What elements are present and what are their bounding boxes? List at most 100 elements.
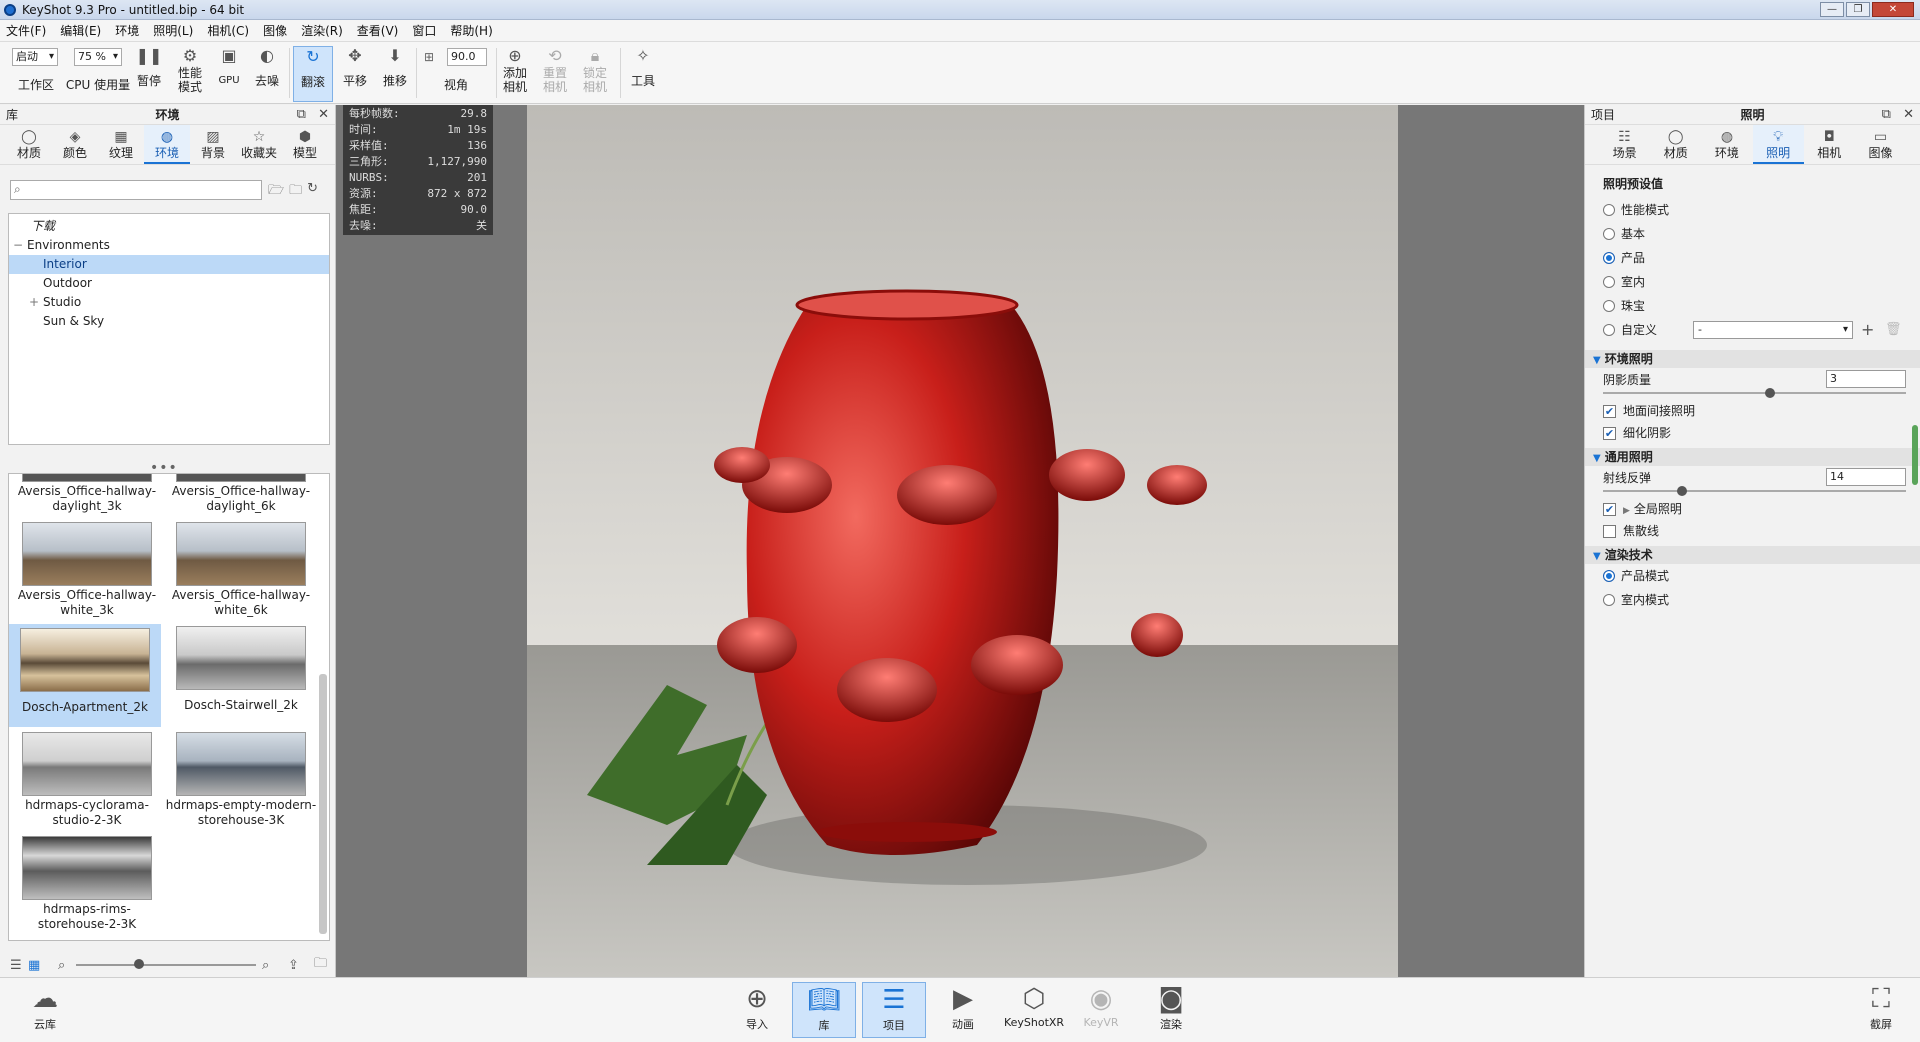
undock-icon[interactable]: ⧉ (1882, 107, 1891, 122)
radio-button[interactable] (1603, 204, 1615, 216)
checkbox[interactable] (1603, 525, 1616, 538)
thumbnail-size-slider[interactable] (76, 964, 256, 966)
denoise-button[interactable]: ◐ 去噪 (250, 46, 284, 102)
animation-button[interactable]: ▶ 动画 (934, 982, 992, 1038)
open-folder-icon[interactable]: 🗁︎ (268, 181, 284, 203)
zoom-in-icon[interactable]: ⌕ (262, 958, 269, 973)
menu-image[interactable]: 图像 (263, 22, 287, 39)
render-button[interactable]: ◙ 渲染 (1142, 982, 1200, 1038)
tab-materials[interactable]: ◯ 材质 (6, 125, 52, 164)
menu-camera[interactable]: 相机(C) (207, 22, 249, 39)
pan-button[interactable]: ✥ 平移 (338, 46, 372, 102)
close-button[interactable]: ✕ (1872, 2, 1914, 17)
tab-lighting[interactable]: 💡︎ 照明 (1752, 125, 1804, 164)
performance-mode-button[interactable]: ⚙ 性能 模式 (170, 46, 210, 102)
env-thumbnail[interactable]: Dosch-Stairwell_2k (165, 624, 317, 713)
add-folder-icon[interactable]: 🗀︎ (289, 181, 302, 203)
pause-button[interactable]: ❚❚ 暂停 (134, 46, 164, 102)
minimize-button[interactable]: — (1820, 2, 1844, 17)
tab-scene[interactable]: ☷ 场景 (1599, 125, 1650, 164)
add-camera-button[interactable]: ⊕ 添加 相机 (500, 46, 530, 102)
ray-bounces-slider-knob[interactable] (1676, 486, 1687, 496)
expand-arrow-icon[interactable]: ▶ (1623, 506, 1630, 516)
radio-button[interactable] (1603, 228, 1615, 240)
fine-shadow-option[interactable]: ✔ 细化阴影 (1585, 422, 1920, 444)
shadow-quality-slider[interactable] (1603, 392, 1906, 394)
shadow-quality-slider-knob[interactable] (1764, 388, 1775, 398)
preset-interior[interactable]: 室内 (1585, 270, 1920, 294)
preset-product[interactable]: 产品 (1585, 246, 1920, 270)
thumbnail-scrollbar[interactable] (319, 674, 327, 934)
ray-bounces-input[interactable]: 14 (1826, 468, 1906, 486)
tools-button[interactable]: ✧ 工具 (626, 46, 660, 102)
menu-environment[interactable]: 环境 (115, 22, 139, 39)
radio-button-selected[interactable] (1603, 570, 1615, 582)
import-button[interactable]: ⊕ 导入 (728, 982, 786, 1038)
screenshot-button[interactable]: ⛶ 截屏 (1852, 982, 1910, 1038)
folder-icon[interactable]: 🗀︎ (314, 954, 327, 976)
env-thumbnail[interactable]: hdrmaps-cyclorama-studio-2-3K (11, 730, 163, 828)
dolly-button[interactable]: ⬇ 推移 (378, 46, 412, 102)
project-button[interactable]: ☰ 项目 (862, 982, 926, 1038)
menu-window[interactable]: 窗口 (412, 22, 436, 39)
tree-item-interior[interactable]: Interior (9, 255, 329, 274)
radio-button[interactable] (1603, 300, 1615, 312)
env-thumbnail[interactable]: hdrmaps-rims-storehouse-2-3K (11, 834, 163, 932)
render-mode-product[interactable]: 产品模式 (1585, 564, 1920, 588)
grid-view-icon[interactable]: ▦ (28, 958, 40, 973)
zoom-out-icon[interactable]: ⌕ (58, 958, 65, 973)
tab-environments[interactable]: ◍ 环境 (144, 125, 190, 164)
custom-preset-select[interactable]: - (1693, 321, 1853, 339)
tab-models[interactable]: ⬢ 模型 (282, 125, 328, 164)
tumble-button[interactable]: ↻ 翻滚 (293, 46, 333, 102)
list-view-icon[interactable]: ☰ (10, 958, 22, 973)
preset-custom[interactable]: 自定义 - + 🗑︎ (1585, 318, 1920, 342)
tree-item-download[interactable]: 下载 (9, 217, 329, 236)
checkbox-checked[interactable]: ✔ (1603, 405, 1616, 418)
radio-button[interactable] (1603, 594, 1615, 606)
maximize-button[interactable]: ❐ (1846, 2, 1870, 17)
tree-item-outdoor[interactable]: Outdoor (9, 274, 329, 293)
library-button[interactable]: 📖︎ 库 (792, 982, 856, 1038)
collapse-icon[interactable]: − (13, 236, 23, 255)
menu-lighting[interactable]: 照明(L) (153, 22, 193, 39)
cloud-library-button[interactable]: ☁ 云库 (16, 982, 74, 1038)
render-viewport[interactable] (336, 105, 1584, 977)
tab-colors[interactable]: ◈ 颜色 (52, 125, 98, 164)
panel-close-icon[interactable]: ✕ (1903, 107, 1914, 122)
library-search-input[interactable]: ⌕ (10, 180, 262, 200)
tab-material[interactable]: ◯ 材质 (1650, 125, 1701, 164)
env-thumbnail[interactable]: Aversis_Office-hallway-daylight_6k (165, 474, 317, 514)
render-image[interactable] (527, 105, 1398, 977)
gpu-button[interactable]: ▣ GPU (214, 46, 244, 102)
undock-icon[interactable]: ⧉ (297, 107, 306, 122)
add-preset-icon[interactable]: + (1861, 318, 1874, 342)
env-lighting-section[interactable]: ▼ 环境照明 (1585, 350, 1920, 368)
render-mode-interior[interactable]: 室内模式 (1585, 588, 1920, 612)
tab-favorites[interactable]: ☆ 收藏夹 (236, 125, 282, 164)
menu-file[interactable]: 文件(F) (6, 22, 46, 39)
global-illumination-option[interactable]: ✔ ▶ 全局照明 (1585, 498, 1920, 520)
env-thumbnail[interactable]: hdrmaps-empty-modern-storehouse-3K (165, 730, 317, 828)
tree-item-studio[interactable]: + Studio (9, 293, 329, 312)
render-technique-section[interactable]: ▼ 渲染技术 (1585, 546, 1920, 564)
ground-indirect-option[interactable]: ✔ 地面间接照明 (1585, 400, 1920, 422)
tree-item-environments[interactable]: − Environments (9, 236, 329, 255)
lock-camera-button[interactable]: 🔒︎ 锁定 相机 (580, 46, 610, 102)
reset-camera-button[interactable]: ⟲ 重置 相机 (540, 46, 570, 102)
preset-jewelry[interactable]: 珠宝 (1585, 294, 1920, 318)
tab-textures[interactable]: ▦ 纹理 (98, 125, 144, 164)
checkbox-checked[interactable]: ✔ (1603, 427, 1616, 440)
radio-button[interactable] (1603, 324, 1615, 336)
menu-render[interactable]: 渲染(R) (301, 22, 343, 39)
tab-environment[interactable]: ◍ 环境 (1701, 125, 1752, 164)
keyshotxr-button[interactable]: ⬡ KeyShotXR (1002, 982, 1066, 1038)
env-thumbnail[interactable]: Aversis_Office-hallway-daylight_3k (11, 474, 163, 514)
tree-item-sunsky[interactable]: Sun & Sky (9, 312, 329, 331)
delete-preset-icon[interactable]: 🗑︎ (1885, 318, 1902, 342)
upload-icon[interactable]: ⇪ (288, 958, 299, 973)
tab-camera[interactable]: ◘ 相机 (1804, 125, 1855, 164)
caustics-option[interactable]: 焦散线 (1585, 520, 1920, 542)
radio-button-selected[interactable] (1603, 252, 1615, 264)
keyvr-button[interactable]: ◉ KeyVR (1072, 982, 1130, 1038)
